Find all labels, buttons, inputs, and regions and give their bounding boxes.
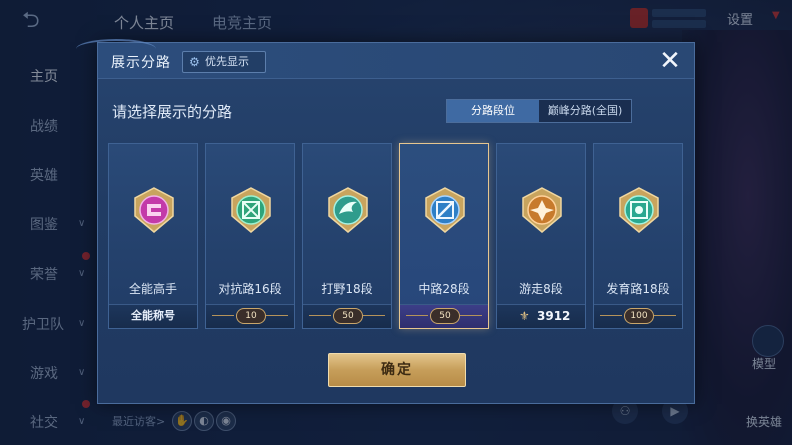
route-card-label: 中路28段 bbox=[418, 282, 470, 296]
route-display-dialog: 展示分路 ⚙ 优先显示 ✕ 请选择展示的分路 分路段位 巅峰分路(全国) 全能高… bbox=[76, 39, 695, 404]
rank-type-toggle: 分路段位 巅峰分路(全国) bbox=[446, 99, 632, 123]
roam-emblem-icon bbox=[522, 187, 562, 233]
confirm-button[interactable]: 确定 bbox=[328, 353, 466, 387]
mid-lane-emblem-icon bbox=[425, 187, 465, 233]
rank-badge: 50 bbox=[430, 308, 460, 324]
route-card-footer: 100 bbox=[594, 304, 682, 328]
rank-badge: 50 bbox=[333, 308, 363, 324]
route-card-footer: 10 bbox=[206, 304, 294, 328]
rank-badge: 100 bbox=[624, 308, 654, 324]
peak-score-value: 3912 bbox=[537, 309, 571, 323]
clash-lane-emblem-icon bbox=[231, 187, 271, 233]
rank-badge: 10 bbox=[236, 308, 266, 324]
dialog-header: 展示分路 ⚙ 优先显示 ✕ bbox=[76, 39, 694, 79]
gear-icon: ⚙ bbox=[189, 55, 200, 69]
farm-lane-emblem-icon bbox=[619, 187, 659, 233]
all-round-emblem-icon bbox=[134, 187, 174, 233]
route-card-label: 打野18段 bbox=[321, 282, 373, 296]
close-icon[interactable]: ✕ bbox=[656, 47, 684, 75]
route-card-label: 发育路18段 bbox=[606, 282, 670, 296]
dialog-title: 展示分路 bbox=[111, 55, 171, 71]
route-card-jungle[interactable]: 打野18段 50 bbox=[302, 143, 392, 329]
route-card-footer: 50 bbox=[400, 304, 488, 328]
route-card-farm-lane[interactable]: 发育路18段 100 bbox=[593, 143, 683, 329]
all-round-title-text: 全能称号 bbox=[131, 309, 175, 322]
route-card-label: 对抗路16段 bbox=[218, 282, 282, 296]
dialog-subtitle: 请选择展示的分路 bbox=[112, 103, 233, 121]
priority-display-label: 优先显示 bbox=[205, 55, 249, 68]
tab-peak-route[interactable]: 巅峰分路(全国) bbox=[539, 100, 631, 122]
peak-score-icon: ⚜ bbox=[519, 309, 530, 323]
route-card-footer: 50 bbox=[303, 304, 391, 328]
tab-route-rank[interactable]: 分路段位 bbox=[447, 100, 539, 122]
route-card-all-round[interactable]: 全能高手 全能称号 bbox=[108, 143, 198, 329]
priority-display-button[interactable]: ⚙ 优先显示 bbox=[182, 51, 266, 73]
route-card-clash-lane[interactable]: 对抗路16段 10 bbox=[205, 143, 295, 329]
route-card-label: 全能高手 bbox=[128, 282, 177, 296]
jungle-emblem-icon bbox=[328, 187, 368, 233]
route-card-label: 游走8段 bbox=[519, 282, 563, 296]
route-card-mid-lane[interactable]: 中路28段 50 bbox=[399, 143, 489, 329]
route-card-footer: 全能称号 bbox=[109, 304, 197, 328]
route-card-roam[interactable]: 游走8段 ⚜ 3912 bbox=[496, 143, 586, 329]
route-card-footer: ⚜ 3912 bbox=[497, 304, 585, 328]
